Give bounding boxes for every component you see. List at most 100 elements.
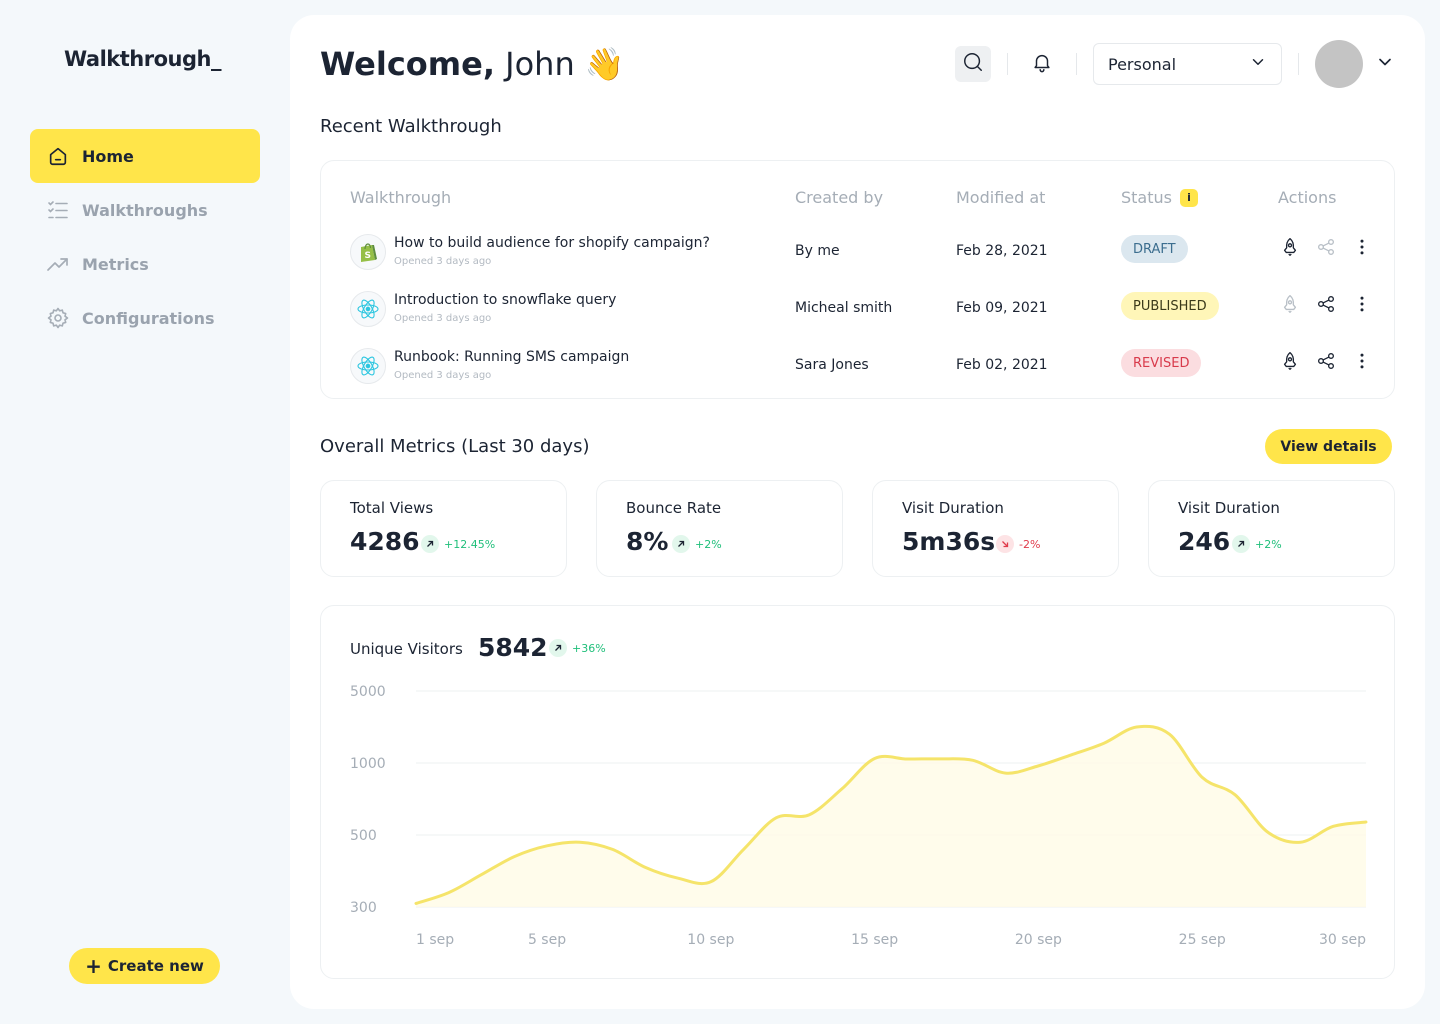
trend-badge: -2% [996, 535, 1040, 553]
x-tick-label: 25 sep [1179, 932, 1226, 948]
notifications-button[interactable] [1024, 46, 1060, 82]
divider [1076, 53, 1077, 75]
metric-label: Visit Duration [1178, 499, 1280, 517]
more-options-button[interactable] [1350, 237, 1374, 261]
trend-value: +2% [1255, 537, 1282, 551]
page-title: Welcome, John 👋 [320, 45, 625, 83]
rocket-icon [1280, 237, 1300, 261]
x-tick-label: 1 sep [416, 932, 454, 948]
y-tick-label: 5000 [350, 684, 386, 700]
search-button[interactable] [955, 46, 991, 82]
user-name: John [505, 45, 575, 83]
sidebar-item-metrics[interactable]: Metrics [30, 237, 260, 291]
react-icon [350, 348, 386, 384]
sidebar: Walkthrough_ Home Walkthroughs Metrics C… [0, 0, 290, 1024]
x-tick-label: 10 sep [687, 932, 734, 948]
more-options-button[interactable] [1350, 351, 1374, 375]
status-badge: REVISED [1121, 349, 1202, 377]
created-by: Micheal smith [795, 300, 893, 316]
trend-badge: +2% [672, 535, 722, 553]
launch-button[interactable] [1278, 294, 1302, 318]
walkthrough-title[interactable]: Introduction to snowflake query [394, 292, 616, 308]
launch-button[interactable] [1278, 351, 1302, 375]
metric-label: Visit Duration [902, 499, 1004, 517]
modified-at: Feb 28, 2021 [956, 243, 1048, 259]
walkthrough-title[interactable]: Runbook: Running SMS campaign [394, 349, 629, 365]
rocket-icon [1280, 294, 1300, 318]
arrow-up-right-icon [1232, 535, 1250, 553]
arrow-up-right-icon [672, 535, 690, 553]
status-badge: PUBLISHED [1121, 292, 1219, 320]
metric-label: Total Views [350, 499, 434, 517]
column-header-walkthrough: Walkthrough [350, 188, 452, 207]
x-tick-label: 5 sep [528, 932, 566, 948]
sidebar-item-home[interactable]: Home [30, 129, 260, 183]
gear-icon [46, 306, 70, 330]
share-button[interactable] [1314, 294, 1338, 318]
more-options-button[interactable] [1350, 294, 1374, 318]
unique-visitors-chart: Unique Visitors 5842 +36% 5000 1000 500 300… [320, 605, 1395, 979]
divider [1007, 53, 1008, 75]
chevron-down-icon[interactable] [1375, 52, 1395, 76]
x-tick-label: 15 sep [851, 932, 898, 948]
table-row[interactable]: Runbook: Running SMS campaign Opened 3 d… [321, 341, 1394, 398]
x-tick-label: 30 sep [1319, 932, 1366, 948]
arrow-down-right-icon [996, 535, 1014, 553]
info-icon[interactable]: i [1179, 188, 1198, 207]
share-button[interactable] [1314, 237, 1338, 261]
more-vertical-icon [1352, 351, 1372, 375]
home-icon [46, 144, 70, 168]
metric-value: 246 [1178, 527, 1231, 556]
metrics-section-title: Overall Metrics (Last 30 days) [320, 436, 590, 457]
sidebar-item-configurations[interactable]: Configurations [30, 291, 260, 345]
share-icon [1316, 351, 1336, 375]
column-header-status: Status i [1121, 188, 1198, 207]
avatar[interactable] [1315, 40, 1363, 88]
recent-section-title: Recent Walkthrough [320, 116, 502, 137]
chevron-down-icon [1249, 53, 1267, 75]
more-vertical-icon [1352, 294, 1372, 318]
sidebar-item-label: Metrics [82, 254, 149, 274]
metric-card-visit-duration-2: Visit Duration 246 +2% [1148, 480, 1395, 577]
x-tick-label: 20 sep [1015, 932, 1062, 948]
modified-at: Feb 09, 2021 [956, 300, 1048, 316]
column-header-created-by: Created by [795, 188, 884, 207]
bell-icon [1031, 51, 1053, 77]
arrow-up-right-icon [421, 535, 439, 553]
search-icon [962, 51, 984, 77]
status-badge: DRAFT [1121, 235, 1188, 263]
chart-plot: 5000 1000 500 300 1 sep 5 sep 10 sep 15 sep 20 s… [350, 684, 1368, 948]
wave-emoji: 👋 [584, 45, 625, 83]
metric-value: 5m36s [902, 527, 996, 556]
share-button[interactable] [1314, 351, 1338, 375]
workspace-value: Personal [1108, 54, 1177, 74]
walkthrough-table: Walkthrough Created by Modified at Statu… [320, 160, 1395, 399]
workspace-select[interactable]: Personal [1093, 43, 1282, 85]
share-icon [1316, 237, 1336, 261]
metric-label: Bounce Rate [626, 499, 722, 517]
sidebar-item-label: Walkthroughs [82, 200, 208, 220]
rocket-icon [1280, 351, 1300, 375]
create-new-button[interactable]: + Create new [69, 948, 220, 984]
table-row[interactable]: Introduction to snowflake query Opened 3… [321, 284, 1394, 341]
view-details-button[interactable]: View details [1265, 429, 1392, 464]
sidebar-item-walkthroughs[interactable]: Walkthroughs [30, 183, 260, 237]
table-row[interactable]: S How to build audience for shopify camp… [321, 227, 1394, 284]
sidebar-item-label: Home [82, 146, 134, 166]
trending-up-icon [46, 252, 70, 276]
metric-card-visit-duration: Visit Duration 5m36s -2% [872, 480, 1119, 577]
walkthrough-subtitle: Opened 3 days ago [394, 256, 492, 267]
trend-value: +12.45% [444, 537, 496, 551]
svg-text:S: S [365, 251, 371, 261]
more-vertical-icon [1352, 237, 1372, 261]
y-tick-label: 1000 [350, 756, 386, 772]
header-toolbar: Personal [955, 40, 1395, 88]
metric-card-bounce-rate: Bounce Rate 8% +2% [596, 480, 843, 577]
plus-icon: + [85, 954, 102, 978]
share-icon [1316, 294, 1336, 318]
launch-button[interactable] [1278, 237, 1302, 261]
shopify-icon: S [350, 234, 386, 270]
sidebar-item-label: Configurations [82, 308, 215, 328]
trend-badge: +12.45% [421, 535, 495, 553]
walkthrough-title[interactable]: How to build audience for shopify campai… [394, 235, 710, 251]
